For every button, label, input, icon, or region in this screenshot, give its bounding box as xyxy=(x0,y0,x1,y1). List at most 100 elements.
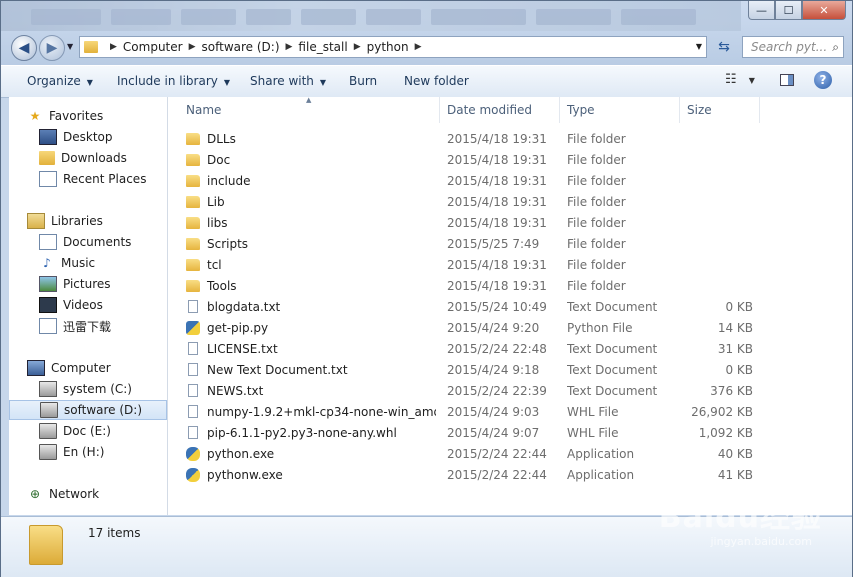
file-row[interactable]: Doc 2015/4/18 19:31 File folder xyxy=(168,149,852,170)
file-type: File folder xyxy=(567,131,626,146)
file-row[interactable]: libs 2015/4/18 19:31 File folder xyxy=(168,212,852,233)
new-folder-button[interactable]: New folder xyxy=(404,74,469,88)
nav-favorites[interactable]: ★ Favorites xyxy=(27,106,185,126)
desktop-icon xyxy=(39,129,57,145)
star-icon: ★ xyxy=(29,109,41,123)
file-row[interactable]: DLLs 2015/4/18 19:31 File folder xyxy=(168,128,852,149)
file-type: Application xyxy=(567,446,635,461)
file-row[interactable]: numpy-1.9.2+mkl-cp34-none-win_amd6... 201… xyxy=(168,401,852,422)
column-header-type[interactable]: Type xyxy=(560,97,680,123)
file-name-cell[interactable]: New Text Document.txt xyxy=(186,359,436,380)
search-icon[interactable]: ⌕ xyxy=(832,40,839,55)
share-with-button[interactable]: Share with ▼ xyxy=(250,74,326,88)
file-name-cell[interactable]: NEWS.txt xyxy=(186,380,436,401)
file-name-cell[interactable]: get-pip.py xyxy=(186,317,436,338)
back-button[interactable]: ◀ xyxy=(11,35,37,61)
file-name: New Text Document.txt xyxy=(207,362,348,377)
file-row[interactable]: NEWS.txt 2015/2/24 22:39 Text Document 376 … xyxy=(168,380,852,401)
file-row[interactable]: include 2015/4/18 19:31 File folder xyxy=(168,170,852,191)
address-history-dropdown[interactable]: ▼ xyxy=(696,42,702,51)
sort-ascending-icon: ▲ xyxy=(306,96,312,104)
chevron-down-icon: ▼ xyxy=(319,78,327,87)
preview-pane-button[interactable] xyxy=(780,74,794,86)
chevron-right-icon[interactable]: ▶ xyxy=(110,42,117,52)
file-row[interactable]: Tools 2015/4/18 19:31 File folder xyxy=(168,275,852,296)
close-button[interactable]: ✕ xyxy=(802,1,846,20)
nav-libraries[interactable]: Libraries xyxy=(27,211,185,231)
search-input[interactable]: Search pyt... ⌕ xyxy=(742,36,844,58)
file-date: 2015/5/24 10:49 xyxy=(447,299,547,314)
window-controls: — ☐ ✕ xyxy=(748,1,846,21)
file-date: 2015/4/24 9:03 xyxy=(447,404,540,419)
change-view-button[interactable]: ☷ ▼ xyxy=(725,72,755,87)
background-browser-tabs xyxy=(1,1,741,31)
back-arrow-icon: ◀ xyxy=(18,40,30,56)
file-name-cell[interactable]: python.exe xyxy=(186,443,436,464)
file-name: DLLs xyxy=(207,131,236,146)
nav-network[interactable]: ⊕ Network xyxy=(27,484,185,504)
file-name-cell[interactable]: LICENSE.txt xyxy=(186,338,436,359)
file-size: 41 KB xyxy=(717,467,753,482)
file-row[interactable]: Scripts 2015/5/25 7:49 File folder xyxy=(168,233,852,254)
file-row[interactable]: get-pip.py 2015/4/24 9:20 Python File 14 KB xyxy=(168,317,852,338)
chevron-down-icon: ▼ xyxy=(223,78,231,87)
whl-file-icon xyxy=(188,405,198,418)
include-in-library-button[interactable]: Include in library ▼ xyxy=(117,74,230,88)
chevron-right-icon[interactable]: ▶ xyxy=(286,42,293,52)
text-file-icon xyxy=(188,363,198,376)
file-name-cell[interactable]: numpy-1.9.2+mkl-cp34-none-win_amd6... xyxy=(186,401,436,422)
file-row[interactable]: blogdata.txt 2015/5/24 10:49 Text Document… xyxy=(168,296,852,317)
minimize-button[interactable]: — xyxy=(748,1,775,20)
file-name-cell[interactable]: blogdata.txt xyxy=(186,296,436,317)
address-bar[interactable]: ▶ Computer ▶ software (D:) ▶ file_stall … xyxy=(79,36,707,58)
breadcrumb-file-stall[interactable]: file_stall xyxy=(298,40,347,54)
file-name: python.exe xyxy=(207,446,275,461)
file-name-cell[interactable]: Lib xyxy=(186,191,436,212)
file-name-cell[interactable]: Scripts xyxy=(186,233,436,254)
recent-pages-dropdown[interactable]: ▼ xyxy=(67,42,73,51)
column-header-date[interactable]: Date modified xyxy=(440,97,560,123)
column-header-size[interactable]: Size xyxy=(680,97,760,123)
file-name-cell[interactable]: pythonw.exe xyxy=(186,464,436,485)
file-date: 2015/4/18 19:31 xyxy=(447,257,547,272)
file-type: File folder xyxy=(567,278,626,293)
nav-computer[interactable]: Computer xyxy=(27,358,185,378)
file-name-cell[interactable]: DLLs xyxy=(186,128,436,149)
file-date: 2015/2/24 22:48 xyxy=(447,341,547,356)
file-name-cell[interactable]: include xyxy=(186,170,436,191)
file-row[interactable]: Lib 2015/4/18 19:31 File folder xyxy=(168,191,852,212)
computer-icon xyxy=(27,360,45,376)
maximize-button[interactable]: ☐ xyxy=(775,1,802,20)
file-row[interactable]: pip-6.1.1-py2.py3-none-any.whl 2015/4/24 … xyxy=(168,422,852,443)
breadcrumb-python[interactable]: python xyxy=(367,40,409,54)
file-row[interactable]: pythonw.exe 2015/2/24 22:44 Application 41 … xyxy=(168,464,852,485)
forward-button[interactable]: ▶ xyxy=(39,35,65,61)
breadcrumb-computer[interactable]: Computer xyxy=(123,40,183,54)
file-name-cell[interactable]: Tools xyxy=(186,275,436,296)
blurred-tab xyxy=(301,9,356,25)
blurred-tab xyxy=(431,9,526,25)
file-row[interactable]: python.exe 2015/2/24 22:44 Application 40 K… xyxy=(168,443,852,464)
breadcrumb-drive[interactable]: software (D:) xyxy=(202,40,280,54)
blurred-tab xyxy=(536,9,611,25)
blurred-tab xyxy=(111,9,171,25)
file-name-cell[interactable]: pip-6.1.1-py2.py3-none-any.whl xyxy=(186,422,436,443)
chevron-right-icon[interactable]: ▶ xyxy=(189,42,196,52)
refresh-button[interactable]: ⇆ xyxy=(711,36,737,58)
file-row[interactable]: LICENSE.txt 2015/2/24 22:48 Text Document 3… xyxy=(168,338,852,359)
folder-icon xyxy=(186,195,200,208)
file-row[interactable]: New Text Document.txt 2015/4/24 9:18 Text … xyxy=(168,359,852,380)
file-row[interactable]: tcl 2015/4/18 19:31 File folder xyxy=(168,254,852,275)
share-with-label: Share with xyxy=(250,74,314,88)
file-name-cell[interactable]: Doc xyxy=(186,149,436,170)
burn-button[interactable]: Burn xyxy=(349,74,377,88)
chevron-right-icon[interactable]: ▶ xyxy=(354,42,361,52)
file-name-cell[interactable]: libs xyxy=(186,212,436,233)
watermark-brand: Baidu经验 xyxy=(658,500,822,535)
organize-button[interactable]: Organize ▼ xyxy=(27,74,93,88)
help-button[interactable]: ? xyxy=(814,71,832,89)
nav-label: 迅雷下载 xyxy=(63,319,112,334)
nav-software-d[interactable]: software (D:) xyxy=(9,400,167,420)
chevron-right-icon[interactable]: ▶ xyxy=(415,42,422,52)
file-name-cell[interactable]: tcl xyxy=(186,254,436,275)
